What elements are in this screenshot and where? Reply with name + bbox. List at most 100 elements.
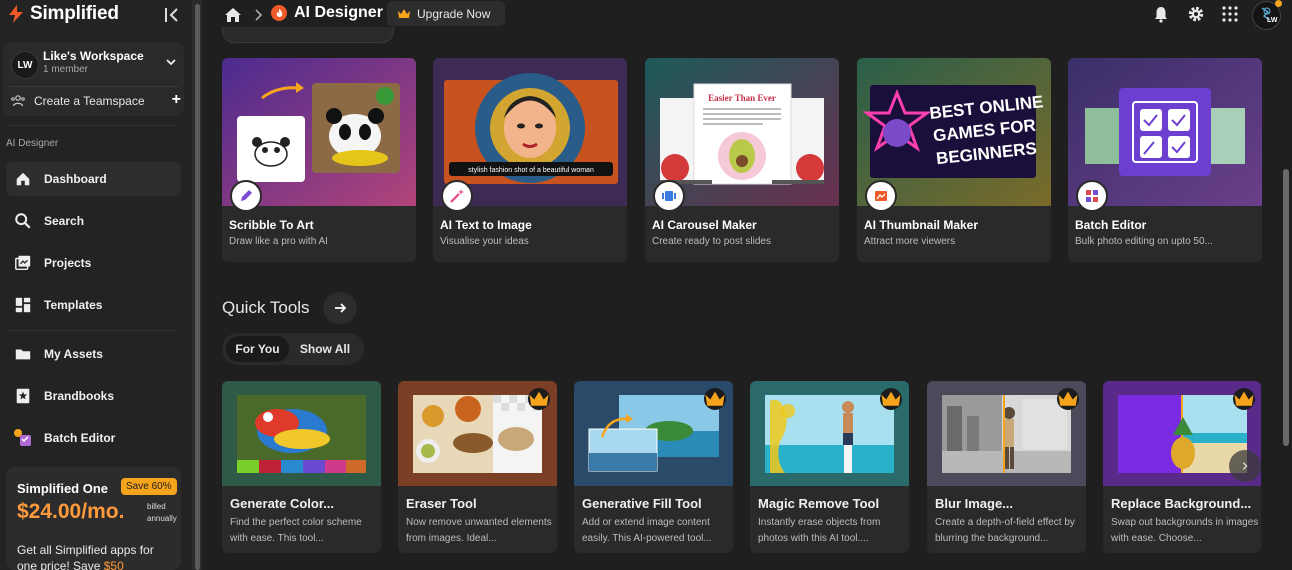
tab-for-you[interactable]: For You xyxy=(226,336,289,362)
promo-description: Get all Simplified apps for one price! S… xyxy=(17,542,177,570)
feature-subtitle: Create ready to post slides xyxy=(652,236,771,247)
scrollbar-thumb[interactable] xyxy=(195,4,200,570)
premium-crown-icon xyxy=(704,388,726,410)
main-scrollbar[interactable] xyxy=(1280,34,1292,570)
premium-crown-icon xyxy=(1057,388,1079,410)
team-icon xyxy=(11,95,25,107)
workspace-name: Like's Workspace xyxy=(43,49,144,63)
tool-description: Find the perfect color scheme with ease.… xyxy=(230,517,362,544)
feature-subtitle: Visualise your ideas xyxy=(440,236,529,247)
tool-card-blur-image[interactable]: Blur Image... Create a depth-of-field ef… xyxy=(927,381,1086,553)
feature-title: AI Thumbnail Maker xyxy=(864,218,979,232)
settings-gear-icon[interactable] xyxy=(1187,5,1205,23)
scrolled-element xyxy=(222,27,394,43)
sidebar-item-my-assets[interactable]: My Assets xyxy=(6,337,181,371)
tool-description: Create a depth-of-field effect by blurri… xyxy=(935,517,1075,544)
sidebar-item-label: Batch Editor xyxy=(44,431,116,445)
tool-thumbnail xyxy=(574,381,733,486)
tool-card-magic-remove[interactable]: Magic Remove Tool Instantly erase object… xyxy=(750,381,909,553)
tool-title: Magic Remove Tool xyxy=(758,496,880,511)
batch-icon xyxy=(1076,180,1108,212)
sidebar-item-label: Brandbooks xyxy=(44,389,115,403)
feature-subtitle: Draw like a pro with AI xyxy=(229,236,328,247)
feature-card-scribble-to-art[interactable]: Scribble To Art Draw like a pro with AI xyxy=(222,58,416,262)
tab-show-all[interactable]: Show All xyxy=(292,336,358,362)
create-teamspace-label: Create a Teamspace xyxy=(34,94,145,108)
notifications-bell-icon[interactable] xyxy=(1152,5,1170,23)
feature-card-ai-thumbnail-maker[interactable]: BEST ONLINE GAMES FOR BEGINNERS AI Thumb… xyxy=(857,58,1051,262)
feature-title: AI Text to Image xyxy=(440,218,532,232)
sidebar-item-templates[interactable]: Templates xyxy=(6,288,181,322)
upgrade-button[interactable]: Upgrade Now xyxy=(387,1,505,26)
tool-card-generate-color[interactable]: Generate Color... Find the perfect color… xyxy=(222,381,381,553)
workspace-switcher[interactable]: LW Like's Workspace 1 member Create a Te… xyxy=(3,42,184,116)
sidebar-scrollbar[interactable] xyxy=(193,0,202,570)
tool-card-eraser[interactable]: Eraser Tool Now remove unwanted elements… xyxy=(398,381,557,553)
divider xyxy=(6,125,177,126)
scrollbar-thumb[interactable] xyxy=(1283,169,1289,446)
parrot-palette-illustration xyxy=(222,381,381,486)
feature-card-batch-editor[interactable]: Batch Editor Bulk photo editing on upto … xyxy=(1068,58,1262,262)
sidebar-item-label: Search xyxy=(44,214,85,228)
home-icon[interactable] xyxy=(224,6,242,24)
tool-card-generative-fill[interactable]: Generative Fill Tool Add or extend image… xyxy=(574,381,733,553)
feature-title: AI Carousel Maker xyxy=(652,218,757,232)
tool-thumbnail xyxy=(398,381,557,486)
save-badge: Save 60% xyxy=(121,478,177,495)
feature-card-ai-text-to-image[interactable]: stylish fashion shot of a beautiful woma… xyxy=(433,58,627,262)
sidebar-item-dashboard[interactable]: Dashboard xyxy=(6,162,181,196)
notification-dot xyxy=(1275,0,1282,7)
workspace-avatar: LW xyxy=(11,51,39,79)
pencil-icon xyxy=(230,180,262,212)
tool-description: Add or extend image content easily. This… xyxy=(582,517,712,544)
tool-thumbnail xyxy=(222,381,381,486)
upgrade-label: Upgrade Now xyxy=(417,6,491,21)
sidebar-item-brandbooks[interactable]: Brandbooks xyxy=(6,379,181,413)
feature-subtitle: Attract more viewers xyxy=(864,236,956,247)
sidebar-item-label: My Assets xyxy=(44,347,103,361)
thumbnail-icon xyxy=(865,180,897,212)
collapse-sidebar-icon[interactable] xyxy=(162,5,182,25)
tool-thumbnail xyxy=(927,381,1086,486)
app-root: Simplified LW Like's Workspace 1 member xyxy=(0,0,1292,570)
promo-title: Simplified One xyxy=(17,481,109,496)
tool-title: Replace Background... xyxy=(1111,496,1252,511)
tool-description: Now remove unwanted elements from images… xyxy=(406,517,552,544)
brand-logo[interactable]: Simplified xyxy=(6,3,119,25)
brandbook-icon xyxy=(13,386,33,406)
user-initials: LW xyxy=(1267,17,1278,24)
templates-icon xyxy=(13,295,33,315)
create-teamspace-button[interactable]: Create a Teamspace + xyxy=(11,90,181,112)
carousel-next-button[interactable] xyxy=(1229,450,1261,482)
feature-title: Batch Editor xyxy=(1075,218,1147,232)
batch-editor-icon xyxy=(13,428,33,448)
apps-grid-icon[interactable] xyxy=(1221,5,1239,23)
tool-title: Eraser Tool xyxy=(406,496,477,511)
feature-subtitle: Bulk photo editing on upto 50... xyxy=(1075,236,1213,247)
sidebar-item-projects[interactable]: Projects xyxy=(6,246,181,280)
premium-crown-icon xyxy=(1233,388,1255,410)
projects-icon xyxy=(13,253,33,273)
upgrade-promo-card[interactable]: Simplified One Save 60% $24.00/mo. bille… xyxy=(6,467,181,570)
promo-desc-text: Get all Simplified apps for one price! S… xyxy=(17,543,154,570)
chevron-down-icon[interactable] xyxy=(166,57,176,67)
feature-card-ai-carousel-maker[interactable]: Easier Than Ever AI Carousel Maker Creat… xyxy=(645,58,839,262)
sidebar-item-label: Templates xyxy=(44,298,103,312)
search-icon xyxy=(13,211,33,231)
sidebar-item-batch-editor[interactable]: Batch Editor xyxy=(6,421,181,455)
tool-title: Blur Image... xyxy=(935,496,1014,511)
plus-icon: + xyxy=(171,91,181,108)
carousel-icon xyxy=(653,180,685,212)
quick-tools-heading: Quick Tools xyxy=(222,298,310,317)
workspace-members: 1 member xyxy=(43,64,89,75)
chevron-right-icon xyxy=(255,9,263,21)
dashboard-icon xyxy=(13,169,33,189)
sidebar-item-search[interactable]: Search xyxy=(6,204,181,238)
quick-tools-arrow-button[interactable] xyxy=(323,292,357,324)
image-caption: stylish fashion shot of a beautiful woma… xyxy=(468,167,594,174)
premium-crown-icon xyxy=(528,388,550,410)
ai-designer-app-icon xyxy=(271,5,287,21)
user-avatar[interactable]: LW xyxy=(1252,0,1282,30)
simplified-logo-icon xyxy=(9,5,23,23)
sidebar-item-label: Projects xyxy=(44,256,92,270)
